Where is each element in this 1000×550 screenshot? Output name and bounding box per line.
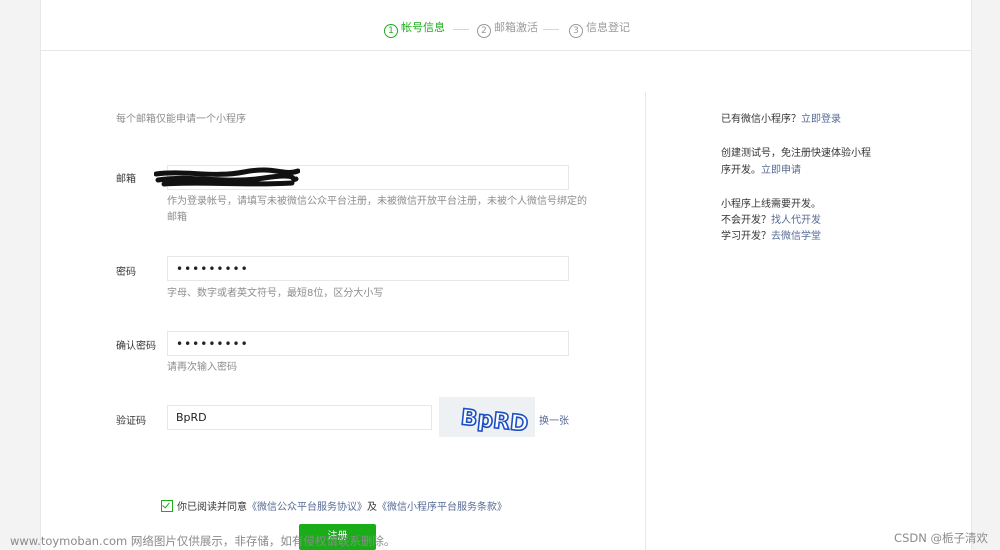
service-agreement-link[interactable]: 《微信公众平台服务协议》 <box>247 502 367 513</box>
password-tip: 字母、数字或者英文符号，最短8位，区分大小写 <box>167 288 384 299</box>
step-indicator: 1 帐号信息 2 邮箱激活 3 信息登记 <box>41 0 971 51</box>
confirm-password-field[interactable]: ••••••••• <box>167 331 569 356</box>
step-number-icon: 1 <box>384 24 398 38</box>
captcha-label: 验证码 <box>116 416 146 427</box>
sidebar-find-agent: 不会开发？找人代开发 <box>721 215 821 226</box>
apply-link[interactable]: 立即申请 <box>761 165 801 176</box>
watermark-text: www.toymoban.com 网络图片仅供展示，非存储，如有侵权请联系删除。 <box>10 534 396 548</box>
email-label: 邮箱 <box>116 174 136 185</box>
step-number-icon: 3 <box>569 24 583 38</box>
redaction-scribble <box>154 167 300 187</box>
agreement-row: 你已阅读并同意《微信公众平台服务协议》及《微信小程序平台服务条款》 <box>161 498 507 513</box>
captcha-input[interactable]: BpRD <box>167 405 432 430</box>
step-info-registration: 3 信息登记 <box>569 20 630 38</box>
registration-panel: 1 帐号信息 2 邮箱激活 3 信息登记 每个邮箱仅能申请一个小程序 邮箱 作为登录帐… <box>40 0 972 550</box>
step-connector <box>453 29 469 30</box>
login-link[interactable]: 立即登录 <box>801 114 841 125</box>
confirm-password-label: 确认密码 <box>116 341 156 352</box>
agree-text: 你已阅读并同意 <box>177 502 247 513</box>
step-account-info: 1 帐号信息 <box>384 20 445 38</box>
captcha-picture: BpRD <box>459 405 531 439</box>
service-terms-link[interactable]: 《微信小程序平台服务条款》 <box>377 502 507 513</box>
captcha-image[interactable]: BpRD <box>439 397 535 439</box>
agree-and-text: 及 <box>367 502 377 513</box>
column-divider <box>645 92 646 550</box>
academy-link[interactable]: 去微信学堂 <box>771 231 821 242</box>
password-field[interactable]: ••••••••• <box>167 256 569 281</box>
step-connector <box>543 29 559 30</box>
csdn-credit: CSDN @栀子清欢 <box>894 531 988 545</box>
password-label: 密码 <box>116 267 136 278</box>
step-email-activation: 2 邮箱激活 <box>477 20 538 38</box>
sidebar-login: 已有微信小程序？立即登录 <box>721 114 841 125</box>
confirm-password-tip: 请再次输入密码 <box>167 362 237 373</box>
email-tip: 作为登录帐号，请填写未被微信公众平台注册，未被微信开放平台注册，未被个人微信号绑… <box>167 196 587 223</box>
sidebar-academy: 学习开发？去微信学堂 <box>721 231 821 242</box>
find-agent-link[interactable]: 找人代开发 <box>771 215 821 226</box>
captcha-image-text: BpRD <box>459 405 529 437</box>
refresh-captcha-link[interactable]: 换一张 <box>539 412 569 427</box>
sidebar-test-account: 创建测试号，免注册快速体验小程序开发。立即申请 <box>721 148 871 176</box>
agree-checkbox[interactable] <box>161 500 173 512</box>
sidebar-dev-title: 小程序上线需要开发。 <box>721 199 821 210</box>
form-notice: 每个邮箱仅能申请一个小程序 <box>116 114 246 125</box>
step-number-icon: 2 <box>477 24 491 38</box>
